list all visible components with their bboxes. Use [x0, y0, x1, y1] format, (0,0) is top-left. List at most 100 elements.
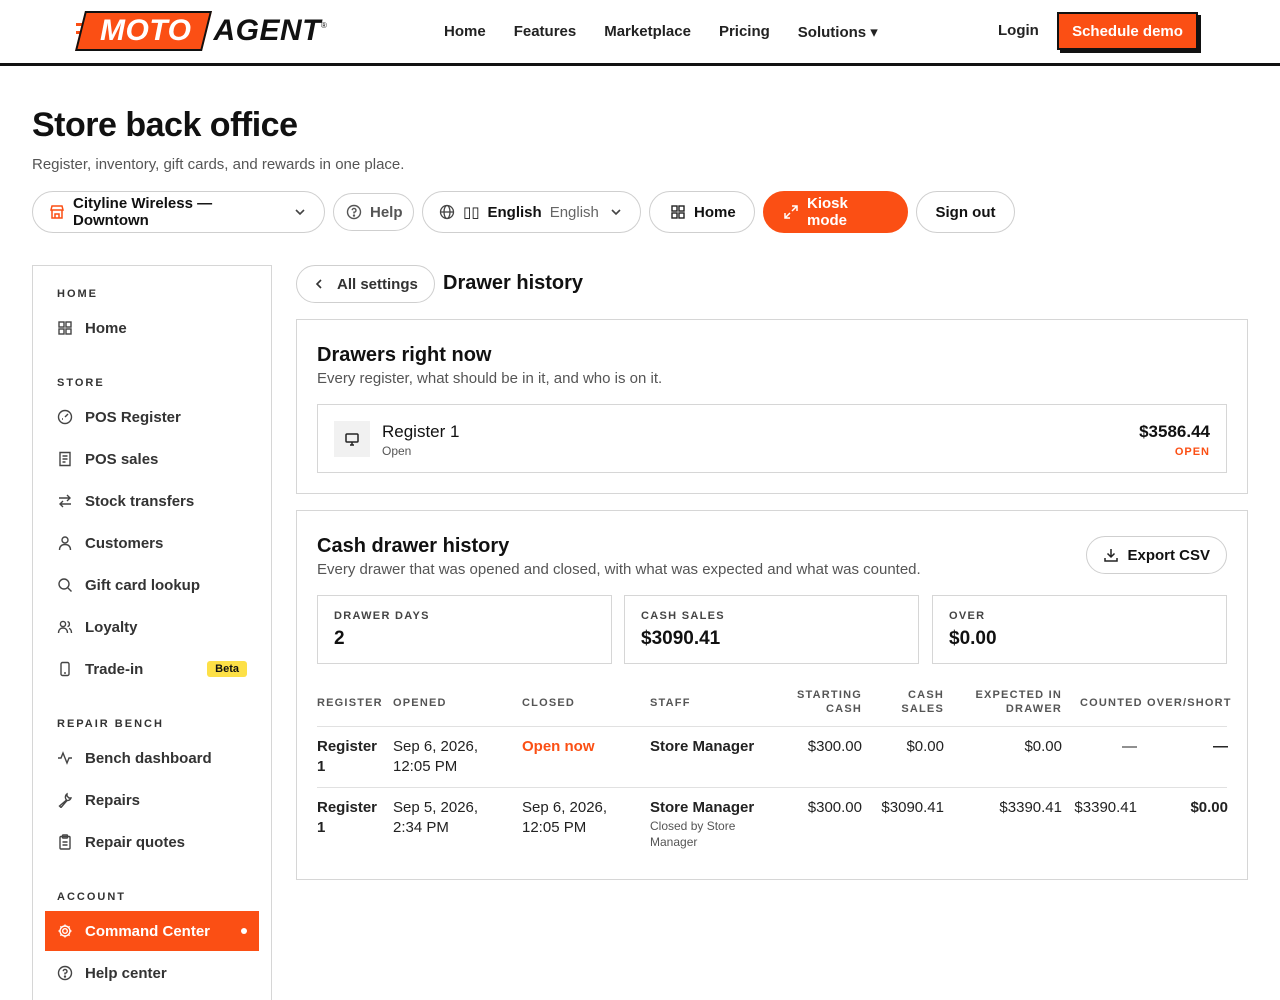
nav-pricing[interactable]: Pricing [719, 23, 770, 40]
cell-starting-cash: $300.00 [807, 738, 862, 755]
chevron-down-icon [292, 204, 308, 220]
sidebar-item-label: Repairs [85, 791, 141, 809]
grid-icon [670, 204, 686, 220]
cell-closed: Open now [522, 738, 595, 755]
language-selector[interactable]: ▯▯ English English [422, 191, 641, 233]
stat-over: OVER $0.00 [932, 595, 1227, 664]
cell-over-short: $0.00 [1190, 799, 1228, 816]
help-button[interactable]: Help [333, 193, 414, 231]
sidebar-item-label: Command Center [85, 922, 211, 940]
divider [317, 787, 1227, 788]
nav-home[interactable]: Home [444, 23, 486, 40]
sidebar-item-command-center[interactable]: Command Center [45, 911, 259, 951]
help-icon [346, 204, 362, 220]
sidebar-item-repairs[interactable]: Repairs [45, 780, 259, 820]
chevron-left-icon [311, 276, 327, 292]
col-header-register: REGISTER [317, 697, 383, 709]
cell-staff: Store Manager [650, 738, 755, 755]
sidebar-item-pos-register[interactable]: POS Register [45, 397, 259, 437]
drawers-now-card: Drawers right now Every register, what s… [296, 319, 1248, 494]
top-nav: MOTO AGENT ® Home Features Marketplace P… [0, 0, 1280, 66]
sidebar-item-stock-transfers[interactable]: Stock transfers [45, 481, 259, 521]
drawers-now-subtitle: Every register, what should be in it, an… [317, 370, 663, 387]
sidebar-item-label: Trade-in [85, 660, 144, 678]
cash-history-subtitle: Every drawer that was opened and closed,… [317, 561, 921, 578]
cell-opened: Sep 6, 2026, 12:05 PM [393, 738, 479, 775]
sidebar-item-repair-quotes[interactable]: Repair quotes [45, 822, 259, 862]
store-name: Cityline Wireless — Downtown [73, 195, 213, 229]
cell-expected: $0.00 [1024, 738, 1062, 755]
nav-marketplace[interactable]: Marketplace [604, 23, 691, 40]
stat-value: $3090.41 [641, 628, 721, 649]
sidebar-item-pos-sales[interactable]: POS sales [45, 439, 259, 479]
help-icon [57, 965, 73, 981]
user-icon [57, 535, 73, 551]
col-header-cash-sales: CASH SALES [901, 689, 944, 715]
status-badge: OPEN [1174, 446, 1210, 458]
cell-closed: Sep 6, 2026, 12:05 PM [522, 799, 608, 836]
receipt-icon [57, 451, 73, 467]
language-label: English [487, 203, 542, 221]
kiosk-mode-button[interactable]: Kiosk mode [763, 191, 908, 233]
store-selector[interactable]: Cityline Wireless — Downtown [32, 191, 325, 233]
login-link[interactable]: Login [998, 22, 1039, 39]
stat-cash-sales: CASH SALES $3090.41 [624, 595, 919, 664]
sidebar-item-label: Stock transfers [85, 492, 195, 510]
export-label: Export CSV [1127, 546, 1210, 564]
sidebar-item-label: Bench dashboard [85, 749, 212, 767]
toolbar: Cityline Wireless — Downtown Help ▯▯ Eng… [32, 191, 1015, 233]
search-icon [57, 577, 73, 593]
language-native-label: English [549, 203, 599, 221]
drawers-now-title: Drawers right now [317, 344, 492, 366]
sidebar-item-label: Repair quotes [85, 833, 186, 851]
register-name: Register 1 [382, 422, 460, 441]
col-header-closed: CLOSED [522, 697, 576, 709]
sidebar-section-account: ACCOUNT [57, 891, 126, 903]
store-icon [49, 204, 65, 220]
moto-agent-logo[interactable]: MOTO AGENT ® [75, 11, 327, 51]
users-icon [57, 619, 73, 635]
sidebar-item-trade-in[interactable]: Trade-in Beta [45, 649, 259, 689]
arrows-icon [57, 493, 73, 509]
globe-icon [439, 204, 455, 220]
sidebar-item-help-center[interactable]: Help center [45, 953, 259, 993]
export-csv-button[interactable]: Export CSV [1086, 536, 1227, 574]
language-flag: ▯▯ [463, 204, 480, 221]
gauge-icon [57, 409, 73, 425]
register-row[interactable]: Register 1 Open $3586.44 OPEN [317, 404, 1227, 473]
cell-counted: $3390.41 [1074, 799, 1137, 816]
schedule-demo-button[interactable]: Schedule demo [1057, 12, 1198, 50]
nav-solutions-dropdown[interactable]: Solutions ▾ [798, 23, 878, 41]
gear-icon [57, 923, 73, 939]
stat-value: $0.00 [949, 628, 997, 649]
col-header-expected: EXPECTED IN DRAWER [975, 689, 1062, 715]
col-header-opened: OPENED [393, 697, 447, 709]
sidebar-item-label: Help center [85, 964, 167, 982]
drawer-history-title: Drawer history [443, 272, 584, 294]
sidebar-item-customers[interactable]: Customers [45, 523, 259, 563]
sidebar-item-bench-dashboard[interactable]: Bench dashboard [45, 738, 259, 778]
sidebar-item-home[interactable]: Home [45, 308, 259, 348]
sidebar-item-label: Loyalty [85, 618, 138, 636]
register-amount: $3586.44 [1139, 422, 1210, 441]
sidebar-item-gift-card-lookup[interactable]: Gift card lookup [45, 565, 259, 605]
sidebar-item-loyalty[interactable]: Loyalty [45, 607, 259, 647]
cell-over-short: — [1213, 738, 1228, 755]
home-label: Home [694, 203, 736, 221]
cell-register: Register 1 [317, 799, 378, 836]
expand-icon [783, 204, 799, 220]
cell-opened: Sep 5, 2026, 2:34 PM [393, 799, 479, 836]
sign-out-button[interactable]: Sign out [916, 191, 1015, 233]
chevron-down-icon [608, 204, 624, 220]
sidebar-item-label: Gift card lookup [85, 576, 201, 594]
activity-icon [57, 750, 73, 766]
stat-label: OVER [949, 610, 986, 622]
home-button[interactable]: Home [649, 191, 755, 233]
nav-features[interactable]: Features [514, 23, 577, 40]
divider [317, 726, 1227, 727]
all-settings-back-button[interactable]: All settings [296, 265, 435, 303]
cell-expected: $3390.41 [999, 799, 1062, 816]
wrench-icon [57, 792, 73, 808]
sidebar-section-store: STORE [57, 377, 105, 389]
sidebar-item-label: POS sales [85, 450, 159, 468]
